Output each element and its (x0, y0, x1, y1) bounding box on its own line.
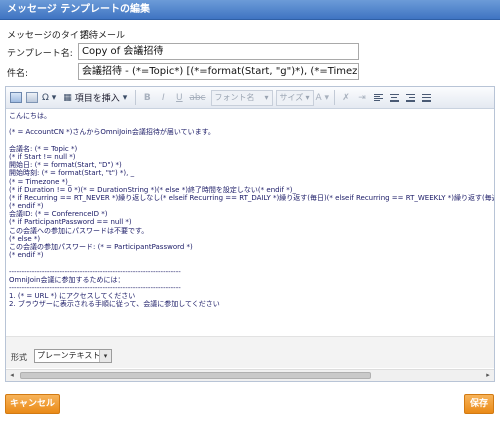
align-left-button[interactable] (371, 90, 385, 106)
omega-icon: Ω ▾ (42, 92, 57, 103)
insert-item-icon: ▦ (63, 92, 72, 103)
align-center-icon (389, 93, 399, 102)
cancel-button[interactable]: キャンセル (5, 394, 60, 414)
editor-line: (* if Duration != 0 *)(* = DurationStrin… (9, 185, 296, 194)
text-color-icon: A ▾ (315, 92, 330, 103)
edit-image-icon (26, 92, 38, 103)
message-type-label: メッセージのタイプ: (7, 31, 91, 41)
font-name-placeholder: フォント名 (214, 92, 255, 102)
editor-line: (* endif *) (9, 251, 44, 260)
align-right-icon (405, 93, 415, 102)
insert-item-label: 項目を挿入 (74, 94, 120, 104)
font-name-select[interactable]: フォント名 ▾ (210, 89, 273, 106)
insert-image-button[interactable] (9, 90, 23, 106)
chevron-down-icon: ▾ (122, 92, 128, 103)
font-size-placeholder: サイズ (279, 92, 304, 102)
format-select-value: プレーンテキスト (37, 351, 101, 360)
chevron-down-icon: ▾ (99, 350, 111, 362)
editor-line: (* = Timezone *)_ (9, 177, 72, 186)
editor-line: この会議の参加パスワード: (* = ParticipantPassword *… (9, 243, 193, 251)
format-label: 形式 (11, 353, 27, 362)
editor-content[interactable]: こんにちは。 (* = AccountCN *)さんからOmniJoin会議招待が… (6, 110, 494, 336)
justify-button[interactable] (419, 90, 433, 106)
editor-line: 開始時刻: (* = format(Start, "t") *), _ (9, 169, 135, 178)
font-size-select[interactable]: サイズ ▾ (275, 89, 314, 106)
text-color-button[interactable]: A ▾ (315, 90, 331, 106)
image-icon (10, 92, 22, 103)
editor-line: こんにちは。 (9, 112, 51, 120)
editor-line: ----------------------------------------… (9, 267, 181, 276)
editor-line: (* = AccountCN *)さんからOmniJoin会議招待が届いています… (9, 128, 215, 137)
save-button[interactable]: 保存 (464, 394, 494, 414)
message-type-value: 招待メール (80, 31, 126, 41)
align-center-button[interactable] (387, 90, 401, 106)
editor-line: (* if Recurring == RT_NEVER *)繰り返しなし(* e… (9, 193, 494, 202)
message-editor: Ω ▾ ▦ 項目を挿入 ▾ B I U abc フォント名 ▾ サイズ ▾ A … (5, 86, 495, 382)
format-bar: 形式 プレーンテキスト ▾ (6, 336, 494, 368)
subject-input[interactable]: 会議招待 - (*=Topic*) [(*=format(Start, "g")… (78, 63, 359, 80)
italic-button[interactable]: I (156, 90, 170, 106)
align-right-button[interactable] (403, 90, 417, 106)
underline-icon: U (176, 92, 183, 103)
editor-line: 2. ブラウザーに表示される手順に従って、会議に参加してください (9, 300, 220, 309)
editor-line: 会議ID: (* = ConferenceID *) (9, 210, 108, 219)
horizontal-scrollbar[interactable]: ◂ ▸ (6, 369, 494, 381)
template-name-input[interactable]: Copy of 会議招待 (78, 43, 359, 60)
editor-toolbar: Ω ▾ ▦ 項目を挿入 ▾ B I U abc フォント名 ▾ サイズ ▾ A … (6, 87, 494, 109)
chevron-down-icon: ▾ (264, 92, 269, 102)
remove-format-button[interactable]: ✗ (339, 90, 353, 106)
editor-line: 会議名: (* = Topic *) (9, 144, 78, 153)
insert-item-button[interactable]: ▦ 項目を挿入 ▾ (59, 90, 131, 106)
toolbar-divider (334, 90, 336, 105)
editor-line: (* else *) (9, 234, 41, 243)
strikethrough-button[interactable]: abc (188, 90, 206, 106)
editor-line: この会議への参加にパスワードは不要です。 (9, 226, 149, 235)
scrollbar-thumb[interactable] (20, 372, 371, 379)
indent-button[interactable]: ⇥ (355, 90, 369, 106)
editor-line: (* if ParticipantPassword == null *) (9, 218, 132, 227)
special-char-button[interactable]: Ω ▾ (41, 90, 57, 106)
justify-icon (421, 93, 431, 102)
edit-image-button[interactable] (25, 90, 39, 106)
scroll-left-icon[interactable]: ◂ (6, 370, 18, 381)
scroll-right-icon[interactable]: ▸ (482, 370, 494, 381)
remove-format-icon: ✗ (342, 92, 350, 103)
strikethrough-icon: abc (189, 92, 206, 103)
editor-line: (* if Start != null *) (9, 152, 76, 161)
editor-line: ----------------------------------------… (9, 283, 181, 292)
template-name-label: テンプレート名: (7, 49, 73, 59)
toolbar-divider (135, 90, 137, 105)
subject-label: 件名: (7, 69, 29, 79)
italic-icon: I (162, 92, 165, 103)
editor-line: OmniJoin会議に参加するためには： (9, 275, 125, 284)
chevron-down-icon: ▾ (305, 92, 310, 102)
indent-icon: ⇥ (358, 92, 366, 103)
bold-icon: B (143, 92, 151, 103)
bold-button[interactable]: B (140, 90, 154, 106)
format-select[interactable]: プレーンテキスト ▾ (34, 349, 112, 363)
align-left-icon (373, 93, 383, 102)
underline-button[interactable]: U (172, 90, 186, 106)
dialog-title: メッセージ テンプレートの編集 (0, 0, 500, 20)
